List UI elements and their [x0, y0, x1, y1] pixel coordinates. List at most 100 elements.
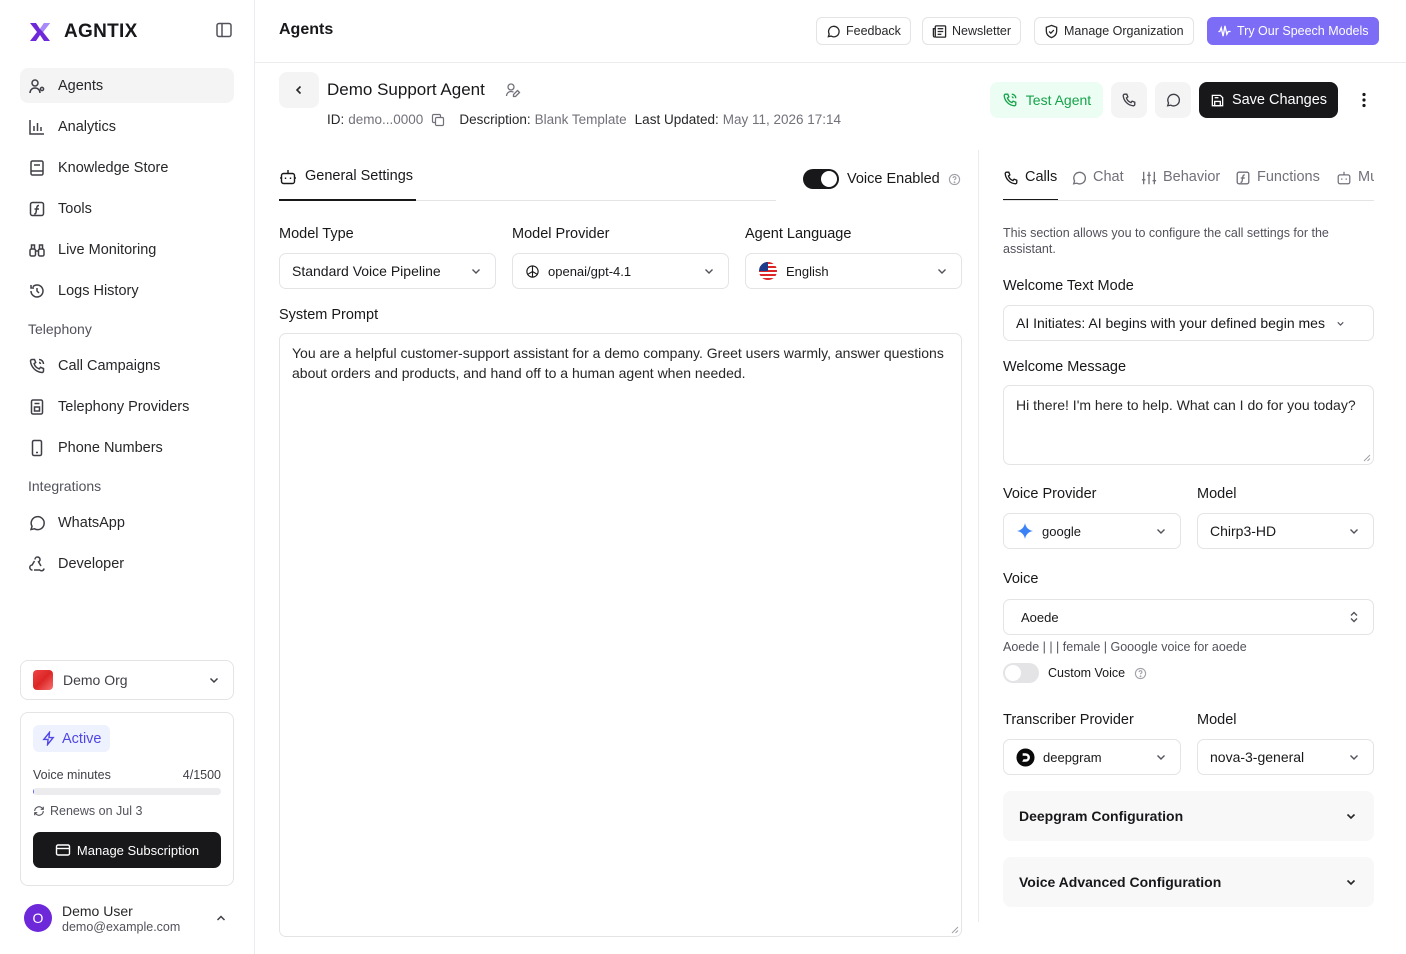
- copy-icon[interactable]: [431, 113, 445, 127]
- test-agent-button[interactable]: Test Agent: [990, 82, 1103, 118]
- zap-icon: [42, 731, 55, 746]
- sidebar-item-logs-history[interactable]: Logs History: [20, 273, 234, 308]
- binoculars-icon: [29, 243, 45, 257]
- chevron-down-icon: [1337, 321, 1344, 326]
- sidebar-item-label: Telephony Providers: [58, 398, 190, 415]
- user-menu[interactable]: O Demo User demo@example.com: [20, 896, 234, 940]
- manage-organization-button[interactable]: Manage Organization: [1034, 17, 1194, 45]
- openai-icon: [526, 264, 539, 278]
- smartphone-icon: [31, 439, 43, 456]
- tab-chat[interactable]: Chat: [1071, 169, 1124, 200]
- voice-enabled-switch[interactable]: [803, 169, 839, 189]
- deepgram-configuration-accordion[interactable]: Deepgram Configuration: [1003, 791, 1374, 841]
- brand[interactable]: AGNTIX: [28, 20, 138, 44]
- chevron-down-icon: [1157, 529, 1165, 534]
- brand-name: AGNTIX: [64, 21, 138, 42]
- sidebar-item-label: Analytics: [58, 118, 117, 135]
- chevron-down-icon: [1350, 755, 1358, 760]
- transcriber-provider-select[interactable]: deepgram: [1003, 739, 1181, 775]
- tab-mu[interactable]: Mu: [1336, 169, 1374, 200]
- chevron-down-icon: [209, 677, 219, 684]
- google-gemini-icon: [1017, 523, 1033, 539]
- chevron-down-icon: [1157, 755, 1165, 760]
- voice-enabled-label: Voice Enabled: [847, 171, 940, 187]
- resize-handle-icon[interactable]: [1363, 454, 1371, 462]
- voice-enabled-toggle[interactable]: Voice Enabled: [803, 169, 961, 189]
- sidebar-item-tools[interactable]: Tools: [20, 191, 234, 226]
- help-circle-icon[interactable]: [948, 173, 961, 186]
- chevron-down-icon: [1346, 813, 1356, 820]
- audio-waveform-icon: [1218, 24, 1231, 36]
- help-circle-icon[interactable]: [1134, 667, 1147, 680]
- subscription-status: Active: [62, 730, 102, 747]
- welcome-message-textarea[interactable]: Hi there! I'm here to help. What can I d…: [1003, 385, 1374, 465]
- transcriber-model-select[interactable]: nova-3-general: [1197, 739, 1374, 775]
- sidebar-item-analytics[interactable]: Analytics: [20, 109, 234, 144]
- subscription-status-badge: Active: [33, 725, 110, 752]
- org-name: Demo Org: [63, 672, 128, 688]
- voice-minutes-progress: [33, 788, 221, 795]
- org-selector[interactable]: Demo Org: [20, 660, 234, 700]
- sidebar-item-label: Logs History: [58, 282, 139, 299]
- newsletter-button[interactable]: Newsletter: [922, 17, 1022, 45]
- chevron-up-icon: [216, 915, 226, 921]
- chevron-down-icon: [705, 269, 713, 274]
- agents-icon: [29, 78, 45, 93]
- sidebar-item-whatsapp[interactable]: WhatsApp: [20, 505, 234, 540]
- call-button[interactable]: [1111, 82, 1147, 118]
- message-circle-icon: [827, 25, 840, 38]
- tab-calls[interactable]: Calls: [1003, 169, 1058, 200]
- sidebar-item-developer[interactable]: Developer: [20, 546, 234, 581]
- deepgram-icon: [1016, 747, 1035, 767]
- sidebar-item-call-campaigns[interactable]: Call Campaigns: [20, 348, 234, 383]
- user-pen-icon[interactable]: [505, 82, 521, 98]
- top-bar: Agents Feedback Newsletter Manage Organi…: [255, 0, 1406, 63]
- voice-model-select[interactable]: Chirp3-HD: [1197, 513, 1374, 549]
- tab-functions-label: Functions: [1257, 169, 1320, 185]
- voice-select[interactable]: Aoede: [1003, 599, 1374, 635]
- tab-functions[interactable]: Functions: [1235, 169, 1320, 200]
- more-vertical-icon[interactable]: [1354, 90, 1374, 110]
- custom-voice-switch[interactable]: [1003, 663, 1039, 683]
- model-provider-label: Model Provider: [512, 226, 610, 242]
- feedback-button[interactable]: Feedback: [816, 17, 911, 45]
- welcome-text-mode-select[interactable]: AI Initiates: AI begins with your define…: [1003, 305, 1374, 341]
- sidebar-item-live-monitoring[interactable]: Live Monitoring: [20, 232, 234, 267]
- chat-button[interactable]: [1155, 82, 1191, 118]
- sidebar-item-knowledge-store[interactable]: Knowledge Store: [20, 150, 234, 185]
- tab-calls-label: Calls: [1025, 169, 1058, 185]
- message-circle-icon: [1166, 93, 1181, 107]
- tab-general-settings[interactable]: General Settings: [279, 168, 416, 201]
- agent-language-select[interactable]: English: [745, 253, 962, 289]
- robot-icon: [1337, 171, 1351, 185]
- save-changes-button[interactable]: Save Changes: [1199, 82, 1338, 118]
- manage-subscription-button[interactable]: Manage Subscription: [33, 832, 221, 868]
- model-type-select[interactable]: Standard Voice Pipeline: [279, 253, 496, 289]
- sidebar-toggle-icon[interactable]: [214, 20, 234, 40]
- voice-advanced-configuration-accordion[interactable]: Voice Advanced Configuration: [1003, 857, 1374, 907]
- integrations-section-title: Integrations: [28, 478, 102, 494]
- welcome-text-mode-value: AI Initiates: AI begins with your define…: [1016, 315, 1325, 331]
- save-icon: [1211, 94, 1224, 106]
- voice-model-label: Model: [1197, 486, 1237, 502]
- system-prompt-label: System Prompt: [279, 307, 379, 323]
- user-email: demo@example.com: [62, 919, 181, 934]
- try-speech-models-label: Try Our Speech Models: [1237, 24, 1369, 38]
- tab-behavior[interactable]: Behavior: [1141, 169, 1220, 200]
- try-speech-models-button[interactable]: Try Our Speech Models: [1207, 17, 1379, 45]
- sidebar-item-telephony-providers[interactable]: Telephony Providers: [20, 389, 234, 424]
- model-provider-select[interactable]: openai/gpt-4.1: [512, 253, 729, 289]
- system-prompt-textarea[interactable]: You are a helpful customer-support assis…: [279, 333, 962, 937]
- sidebar-nav: Agents Analytics Knowledge Store Tools L…: [20, 68, 234, 587]
- renewal-text: Renews on Jul 3: [50, 804, 143, 818]
- voice-minutes-label: Voice minutes: [33, 768, 111, 782]
- sidebar-item-phone-numbers[interactable]: Phone Numbers: [20, 430, 234, 465]
- sidebar: AGNTIX Agents Analytics Knowledge Store …: [0, 0, 255, 954]
- back-button[interactable]: [279, 72, 319, 108]
- sidebar-item-agents[interactable]: Agents: [20, 68, 234, 103]
- resize-handle-icon[interactable]: [951, 926, 959, 934]
- phone-call-icon: [1003, 93, 1017, 107]
- voice-provider-select[interactable]: google: [1003, 513, 1181, 549]
- agent-name[interactable]: Demo Support Agent: [327, 80, 485, 100]
- custom-voice-toggle[interactable]: Custom Voice: [1003, 663, 1147, 683]
